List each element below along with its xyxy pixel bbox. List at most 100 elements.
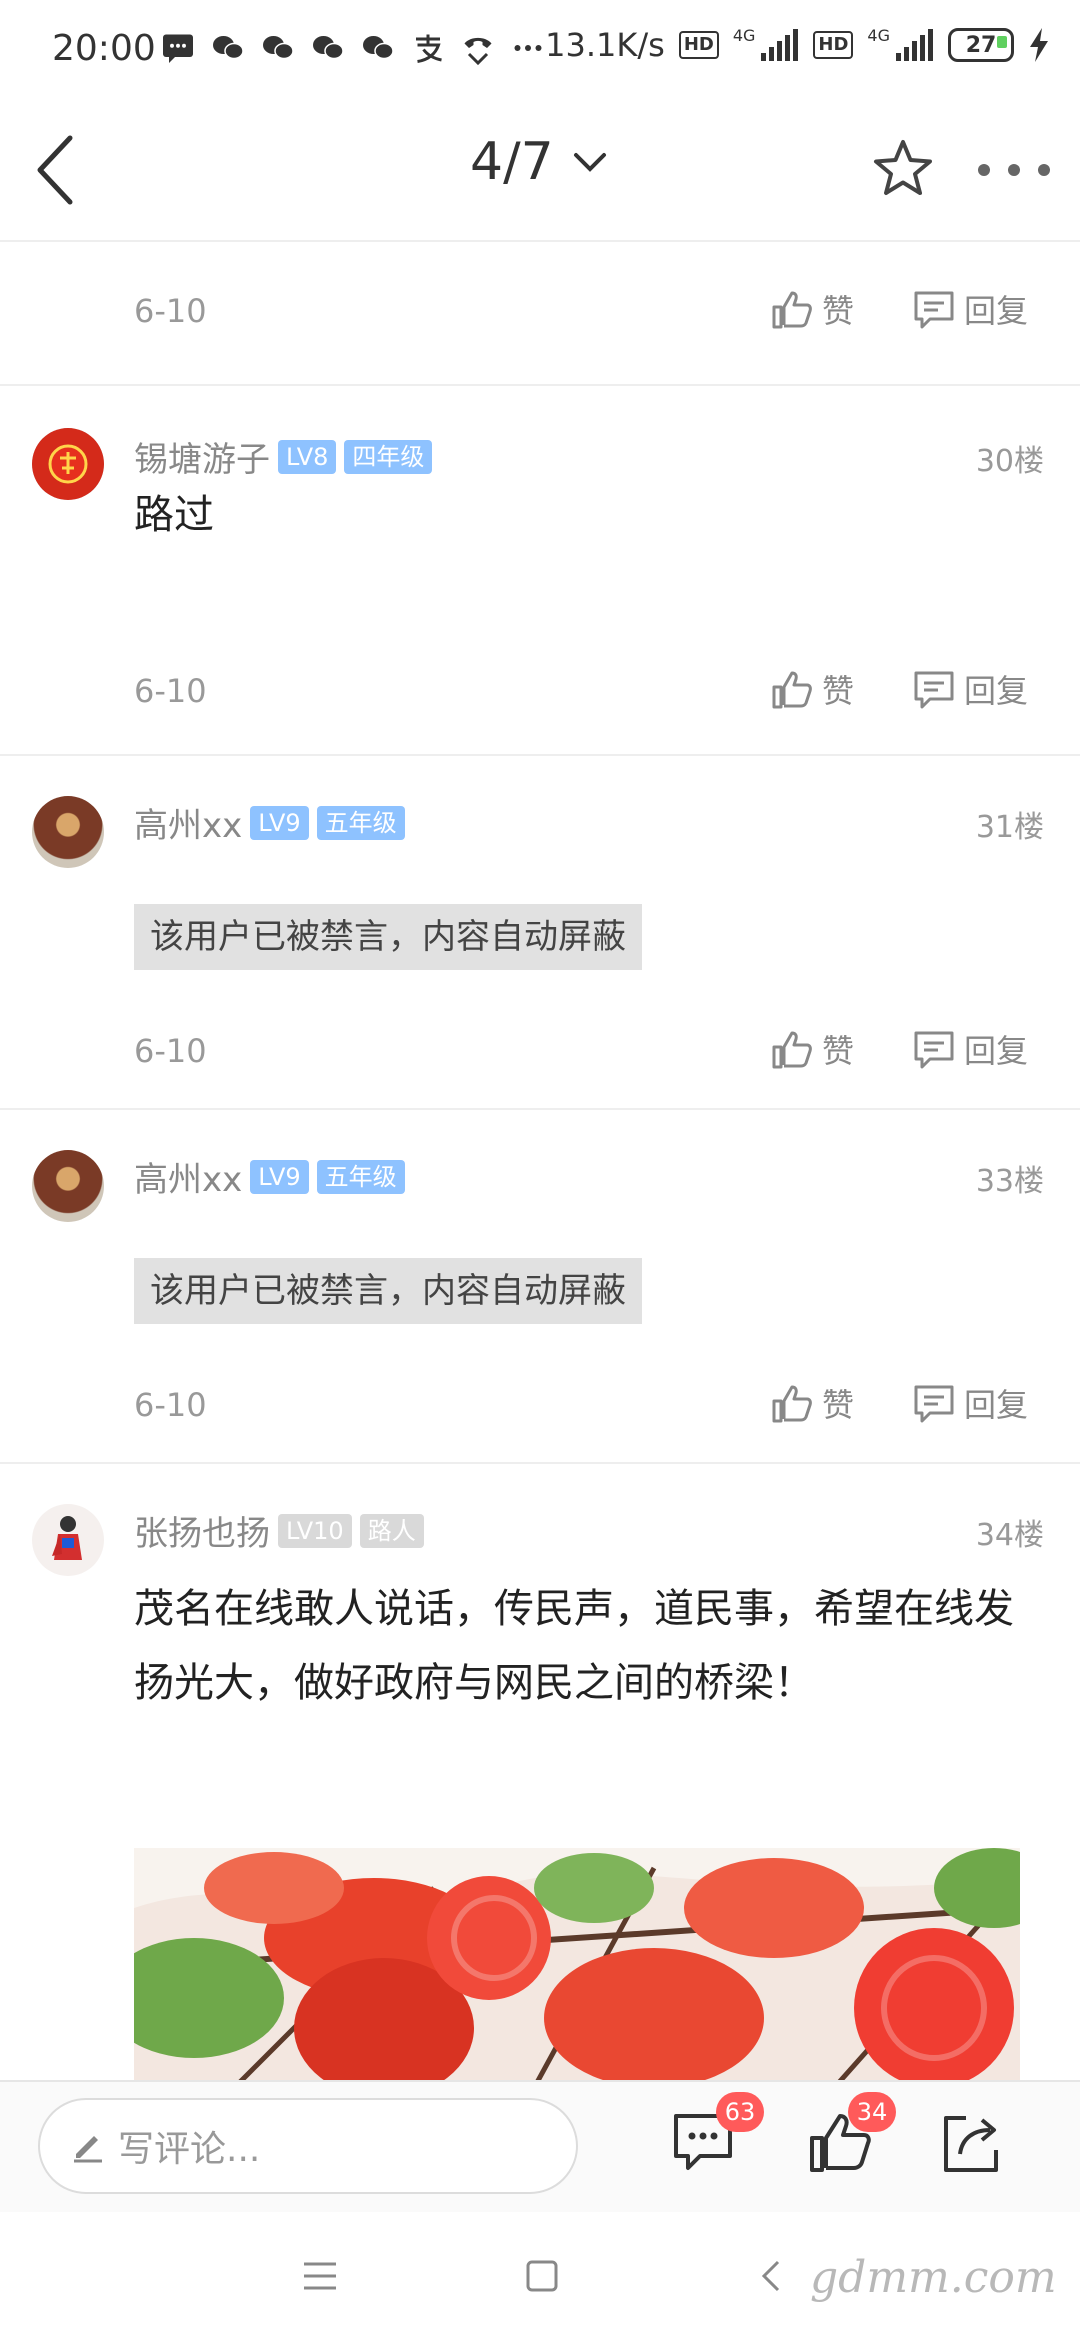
username[interactable]: 锡塘游子 xyxy=(134,432,270,481)
comment-text: 茂名在线敢人说话，传民声，道民事，希望在线发扬光大，做好政府与网民之间的桥梁！ xyxy=(134,1586,1014,1706)
thumbs-up-icon xyxy=(772,1031,812,1069)
username[interactable]: 高州xx xyxy=(134,1152,242,1201)
comment-icon xyxy=(914,1385,954,1423)
comment-image[interactable] xyxy=(134,1848,1020,2080)
user-info: 高州xx LV9 五年级 xyxy=(134,1152,405,1201)
thumbs-up-icon xyxy=(772,291,812,329)
grade-badge: 四年级 xyxy=(344,439,433,474)
like-button[interactable]: 赞 xyxy=(770,286,854,332)
user-info: 锡塘游子 LV8 四年级 xyxy=(134,432,433,481)
comment-icon xyxy=(914,291,954,329)
net-speed: 13.1K/s xyxy=(545,26,665,64)
level-badge: LV9 xyxy=(250,1159,309,1194)
reply-button[interactable]: 回复 xyxy=(912,1026,1028,1072)
grade-badge: 五年级 xyxy=(316,1159,405,1194)
avatar-emblem-icon xyxy=(48,444,88,484)
signal-icon-2 xyxy=(896,29,933,61)
notification-icons xyxy=(160,30,546,66)
chevron-down-icon xyxy=(573,153,606,172)
thumbs-up-icon xyxy=(772,1385,812,1423)
comment-count-badge: 63 xyxy=(716,2092,764,2132)
like-label: 赞 xyxy=(822,672,855,710)
flame-tree-flowers-image xyxy=(134,1848,1020,2080)
avatar-superhero-icon xyxy=(52,1516,82,1560)
hd-badge-2: HD xyxy=(813,31,854,59)
comment-item: 高州xx LV9 五年级 31楼 该用户已被禁言，内容自动屏蔽 6-10 赞 回… xyxy=(0,756,1080,1110)
wechat-icon xyxy=(313,36,344,60)
share-icon[interactable] xyxy=(936,2108,1006,2178)
floor-number: 33楼 xyxy=(975,1164,1044,1199)
wechat-icon xyxy=(213,36,244,60)
username[interactable]: 张扬也扬 xyxy=(134,1506,270,1555)
reply-label: 回复 xyxy=(964,1032,1029,1070)
reply-button[interactable]: 回复 xyxy=(912,666,1028,712)
back-nav-icon[interactable] xyxy=(750,2254,794,2298)
signal1-label: 4G xyxy=(732,26,756,45)
comment-item: 张扬也扬 LV10 路人 34楼 茂名在线敢人说话，传民声，道民事，希望在线发扬… xyxy=(0,1464,1080,2080)
top-bar: 4/7 xyxy=(0,100,1080,242)
star-icon[interactable] xyxy=(872,138,934,200)
comment-date: 6-10 xyxy=(134,1386,207,1424)
floor-number: 34楼 xyxy=(975,1518,1044,1553)
status-right: 13.1K/s HD 4G HD 4G 27 xyxy=(545,26,1050,64)
muted-content-notice: 该用户已被禁言，内容自动屏蔽 xyxy=(134,1258,642,1324)
status-time: 20:00 xyxy=(52,28,156,69)
avatar[interactable] xyxy=(32,428,104,500)
more-dots-icon xyxy=(514,45,542,51)
comment-input[interactable]: 写评论... xyxy=(38,2098,578,2194)
signal2-label: 4G xyxy=(867,26,890,45)
wechat-icon xyxy=(263,36,294,60)
comment-date: 6-10 xyxy=(134,672,207,710)
message-icon xyxy=(163,34,193,63)
status-bar: 20:00 13.1K/s HD 4G HD 4G 27 xyxy=(0,0,1080,100)
like-label: 赞 xyxy=(822,1386,855,1424)
signal-icon xyxy=(761,29,799,61)
home-square-icon[interactable] xyxy=(520,2254,564,2298)
avatar[interactable] xyxy=(32,796,104,868)
comment-text: 路过 xyxy=(134,492,214,538)
grade-badge: 路人 xyxy=(359,1513,424,1548)
like-button[interactable]: 赞 xyxy=(770,1026,854,1072)
page-selector[interactable]: 4/7 xyxy=(470,132,608,192)
like-button[interactable]: 赞 xyxy=(770,1380,854,1426)
username[interactable]: 高州xx xyxy=(134,798,242,847)
comment-date: 6-10 xyxy=(134,292,207,330)
floor-number: 31楼 xyxy=(975,810,1044,845)
comment-item: 锡塘游子 LV8 四年级 30楼 路过 6-10 赞 回复 xyxy=(0,386,1080,746)
like-count-badge: 34 xyxy=(848,2092,896,2132)
reply-label: 回复 xyxy=(964,1386,1029,1424)
comment-icon xyxy=(914,1031,954,1069)
bottom-action-bar: 写评论... 63 34 xyxy=(0,2080,1080,2212)
more-options-icon[interactable] xyxy=(974,160,1054,180)
reply-button[interactable]: 回复 xyxy=(912,1380,1028,1426)
pencil-icon xyxy=(74,2136,102,2163)
comment-meta-row: 6-10 赞 回复 xyxy=(0,280,1080,350)
comment-placeholder: 写评论... xyxy=(118,2129,261,2170)
avatar[interactable] xyxy=(32,1504,104,1576)
muted-content-notice: 该用户已被禁言，内容自动屏蔽 xyxy=(134,904,642,970)
system-nav-bar: gdmm.com xyxy=(0,2212,1080,2340)
grade-badge: 五年级 xyxy=(316,805,405,840)
page-indicator-text: 4/7 xyxy=(470,132,554,192)
floor-number: 30楼 xyxy=(975,444,1044,479)
user-info: 张扬也扬 LV10 路人 xyxy=(134,1506,424,1555)
level-badge: LV9 xyxy=(250,805,309,840)
reply-button[interactable]: 回复 xyxy=(912,286,1028,332)
hd-badge: HD xyxy=(678,31,719,59)
comment-item: 高州xx LV9 五年级 33楼 该用户已被禁言，内容自动屏蔽 6-10 赞 回… xyxy=(0,1110,1080,1464)
back-arrow-icon[interactable] xyxy=(28,130,88,210)
watermark: gdmm.com xyxy=(810,2252,1057,2303)
like-label: 赞 xyxy=(822,1032,855,1070)
user-info: 高州xx LV9 五年级 xyxy=(134,798,405,847)
comment-icon xyxy=(914,671,954,709)
battery-icon: 27 xyxy=(948,28,1014,62)
thumbs-up-icon xyxy=(772,671,812,709)
wechat-icon xyxy=(363,36,394,60)
avatar[interactable] xyxy=(32,1150,104,1222)
level-badge: LV10 xyxy=(278,1513,352,1548)
reply-label: 回复 xyxy=(964,672,1029,710)
like-label: 赞 xyxy=(822,292,855,330)
like-button[interactable]: 赞 xyxy=(770,666,854,712)
menu-icon[interactable] xyxy=(298,2254,342,2298)
reply-label: 回复 xyxy=(964,292,1029,330)
